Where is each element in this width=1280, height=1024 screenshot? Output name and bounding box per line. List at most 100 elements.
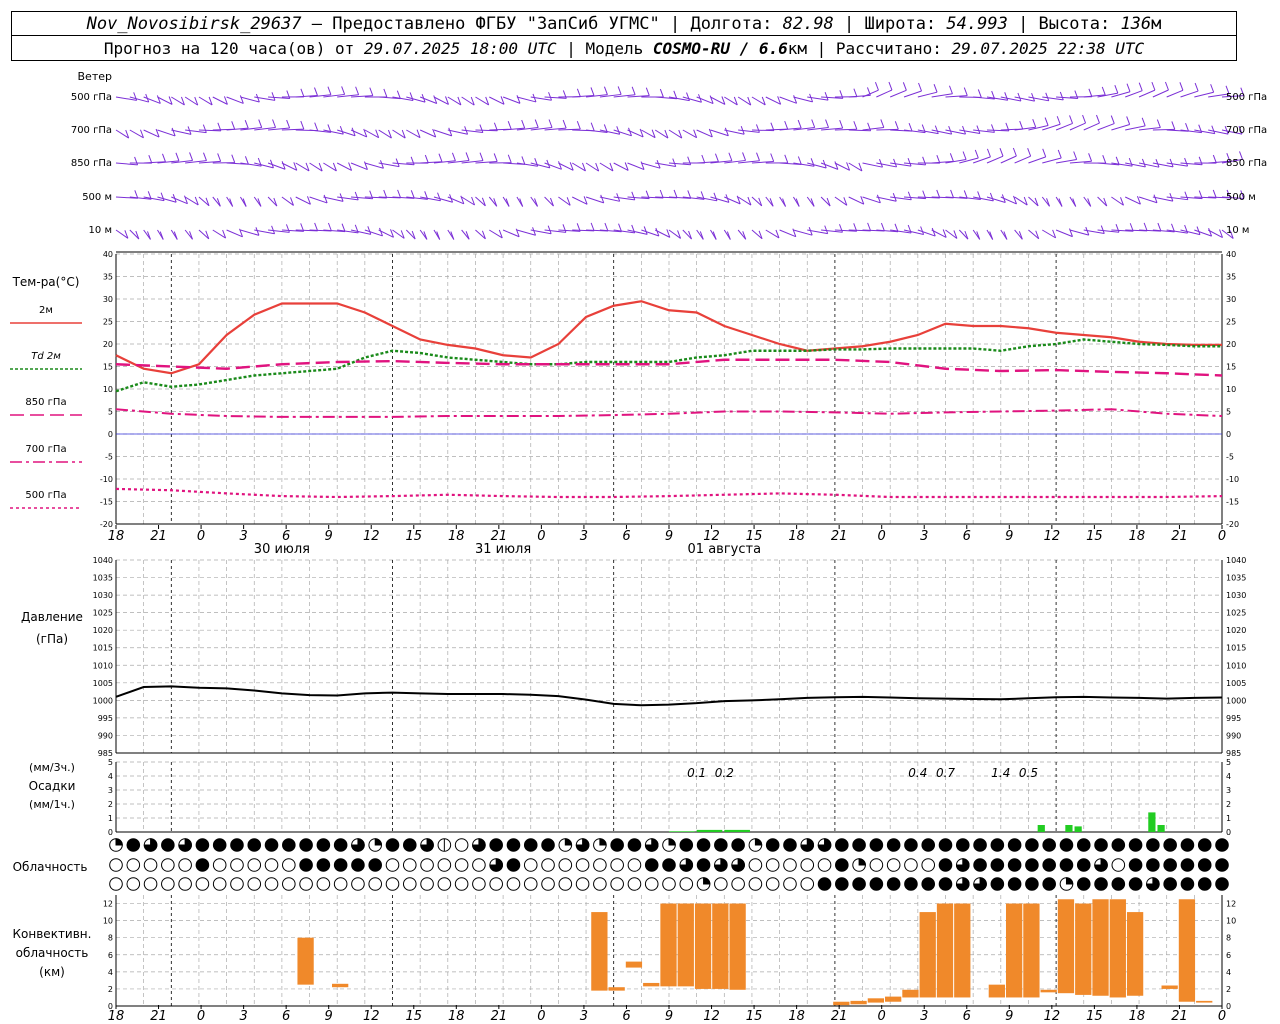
cloud-circle xyxy=(437,858,452,872)
cloud-circle xyxy=(886,858,901,872)
wind-barb-feather xyxy=(1032,119,1037,128)
wind-barb-feather xyxy=(1088,153,1093,162)
pressure-ytick-label: 1000 xyxy=(93,696,113,705)
cloud-circle xyxy=(1042,858,1056,872)
wind-barb-feather xyxy=(1056,116,1061,125)
wind-level-label-right: 500 м xyxy=(1226,192,1256,203)
cloud-circle xyxy=(835,877,849,891)
pressure-ytick-label: 1005 xyxy=(93,679,113,688)
wind-barb-feather xyxy=(839,224,843,233)
wind-barb-feather xyxy=(1017,92,1022,102)
temp-grid: -20 -20 -15 -15 -10 -10 -5 -5 0 0 5 5 10 10 15 15 20 20 25… xyxy=(100,250,1239,529)
cloud-circle xyxy=(316,858,331,872)
pressure-ytick-label-right: 1035 xyxy=(1226,574,1246,583)
wind-barb-feather xyxy=(867,222,872,232)
cloud-circle xyxy=(368,877,383,891)
cloud-circle xyxy=(541,858,555,872)
wind-barb-feather xyxy=(202,124,207,133)
wind-barb-feather xyxy=(934,125,939,134)
wind-barb-feather xyxy=(1128,157,1133,167)
wind-barb-feather xyxy=(853,121,858,130)
wind-barb-feather xyxy=(893,158,898,168)
cloud-circle xyxy=(126,877,141,891)
cloud-circle xyxy=(143,877,158,891)
cloud-circle xyxy=(161,877,175,891)
cloud-circle xyxy=(610,877,624,891)
cloud-circle xyxy=(748,858,763,872)
cloud-circle xyxy=(714,877,728,891)
wind-barb-feather xyxy=(673,189,678,199)
temp-hour-label: 15 xyxy=(1086,529,1103,544)
conv-bar xyxy=(1040,989,1057,993)
conv-bar xyxy=(1109,899,1126,998)
cloud-circle xyxy=(904,858,918,872)
wind-barb-feather xyxy=(1069,115,1074,124)
temp-hour-label: 21 xyxy=(831,529,848,544)
conv-bar xyxy=(729,903,746,990)
conv-bar xyxy=(660,903,677,987)
wind-barb-feather xyxy=(231,154,236,163)
conv-ytick-label-right: 10 xyxy=(1226,917,1236,926)
cloud-circle xyxy=(299,877,313,891)
conv-ytick-label-right: 2 xyxy=(1226,985,1231,994)
wind-barb-feather xyxy=(1115,224,1120,233)
cloud-circle xyxy=(1163,838,1177,852)
wind-barb-feather xyxy=(160,192,165,201)
cloud-circle xyxy=(506,858,521,872)
cloud-circle xyxy=(402,877,417,891)
conv-hour-label: 0 xyxy=(537,1009,545,1024)
cloud-circle xyxy=(783,838,797,852)
cloud-circle xyxy=(282,838,296,852)
precip-title: Осадки xyxy=(29,779,76,793)
wind-barb xyxy=(1041,196,1050,207)
temp-title: Тем-ра(°С) xyxy=(12,275,80,289)
cloud-circle xyxy=(1215,838,1229,852)
cloud-circle xyxy=(593,858,607,872)
precip-annotation: 0.5 xyxy=(1019,766,1038,780)
cloud-fill xyxy=(858,858,866,866)
wind-barb xyxy=(876,89,893,98)
wind-barb xyxy=(309,196,328,204)
wind-barb-feather xyxy=(1082,114,1087,124)
conv-hour-axis: 18 21 0 3 6 9 12 15 18 21 0 3 6 9 12 15 18 21 0 3 6 9 12 15 18 21… xyxy=(108,1005,1226,1024)
pressure-ytick-label: 995 xyxy=(98,714,113,723)
cloud-circle xyxy=(1128,877,1143,891)
pressure-ytick-label-right: 1015 xyxy=(1226,644,1246,653)
wind-barb xyxy=(1097,123,1115,131)
wind-barb-feather xyxy=(271,225,276,234)
pressure-ytick-label-right: 1000 xyxy=(1226,696,1246,705)
wind-barb-feather xyxy=(314,222,319,232)
temp-legend-label: 2м xyxy=(39,305,53,316)
wind-barb-feather xyxy=(824,225,829,234)
wind-barb-feather xyxy=(244,119,249,129)
cloud-circle xyxy=(299,838,313,852)
cloud-circle xyxy=(212,877,227,891)
wind-barb-feather xyxy=(424,154,429,164)
wind-level-label: 10 м xyxy=(89,225,112,236)
conv-hour-label: 9 xyxy=(665,1009,673,1024)
conv-hour-label: 18 xyxy=(448,1009,465,1024)
wind-barb-feather xyxy=(631,86,636,95)
temp-ytick-label-right: 40 xyxy=(1226,250,1236,259)
cloud-circle xyxy=(161,858,175,872)
wind-barb-feather xyxy=(1073,151,1078,160)
pressure-ytick-label: 1040 xyxy=(93,556,113,565)
cloud-circle xyxy=(921,877,936,891)
cloud-circle xyxy=(593,877,607,891)
wind-barb-feather xyxy=(590,122,595,131)
wind-barb-feather xyxy=(590,87,595,96)
cloud-circle xyxy=(1059,838,1074,852)
conv-hour-label: 9 xyxy=(1005,1009,1013,1024)
wind-barb-feather xyxy=(437,192,441,201)
cloud-circle xyxy=(1094,877,1108,891)
cloud-circle xyxy=(1146,838,1160,852)
wind-barb xyxy=(848,94,871,98)
cloud-circle xyxy=(1042,877,1056,891)
cloud-circle xyxy=(1076,858,1091,872)
pressure-unit: (гПа) xyxy=(36,632,68,646)
cloud-circle xyxy=(904,838,918,852)
wind-barb-feather xyxy=(920,226,925,235)
temp-hour-label: 3 xyxy=(239,529,247,544)
cloud-circle xyxy=(489,877,503,891)
pressure-ytick-label: 1020 xyxy=(93,626,113,635)
